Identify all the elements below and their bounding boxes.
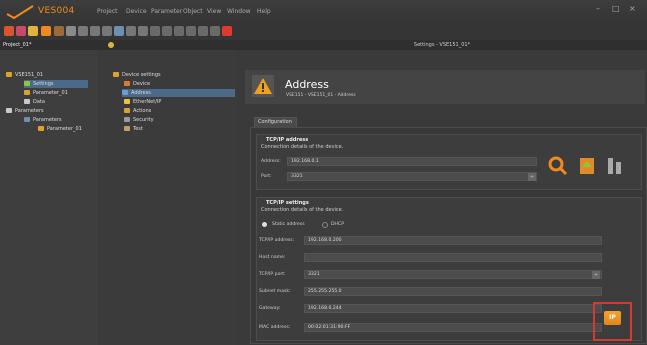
minimize-button[interactable]: – [596,4,600,13]
dhcp-radio[interactable] [322,222,328,228]
download-icon[interactable] [66,26,76,36]
ip-assign-button[interactable]: IP [604,311,621,325]
tcpip-address-subtitle: Connection details of the device. [261,144,344,150]
parameters-icon [6,108,12,113]
dhcp-label: DHCP [331,222,344,227]
monitor-icon[interactable] [150,26,160,36]
lock-icon [124,117,130,122]
gateway-input[interactable]: 192.168.0.244 [304,304,602,313]
window-icon[interactable] [198,26,208,36]
parameter-icon [38,126,44,131]
tree-item-security[interactable]: Security [124,116,154,124]
static-address-label: Static address [272,222,305,227]
device-icon [6,72,12,77]
tcpip-address-input[interactable]: 192.168.0.200 [304,236,602,245]
device-tree-header [97,40,237,50]
status-dot-icon [108,42,114,48]
ves-logo-icon [6,5,34,19]
wrench-icon [124,126,130,131]
maximize-button[interactable]: □ [612,4,620,13]
port-spinner[interactable]: ÷ [528,173,536,181]
menu-window[interactable]: Window [227,8,251,15]
settings-window-title: Settings - VSE151_01* [413,42,471,48]
breadcrumb: VSE151 - VSE151_01 - Address [286,93,356,98]
parameter-icon [24,90,30,95]
tcpip-settings-subtitle: Connection details of the device. [261,207,344,213]
device-transfer-icon[interactable] [605,156,625,176]
menu-parameter[interactable]: Parameter [151,8,182,15]
grid-icon[interactable] [186,26,196,36]
tcpip-port-input[interactable]: 3321 [304,270,602,279]
tree-item-device[interactable]: Device [124,80,150,88]
menu-help[interactable]: Help [257,8,271,15]
history-icon[interactable] [138,26,148,36]
mac-address-label: MAC address: [259,325,291,330]
tcpip-address-label: TCP/IP address: [259,238,295,243]
tree-item-device-settings[interactable]: Device settings [113,71,161,79]
static-address-radio[interactable] [262,222,267,227]
tree-item-data[interactable]: Data [24,98,45,106]
data-icon [24,99,30,104]
tree-item-test[interactable]: Test [124,125,143,133]
address-input[interactable]: 192.168.0.1 [287,157,537,166]
disconnect-icon[interactable] [90,26,100,36]
gateway-label: Gateway: [259,306,281,311]
upload-address-icon[interactable] [577,156,597,176]
upload-icon[interactable] [54,26,64,36]
tcpip-address-title: TCP/IP address [266,137,309,143]
subnet-mask-input[interactable]: 255.255.255.0 [304,287,602,296]
device-icon [124,81,130,86]
warning-icon [252,75,274,97]
address-icon [122,90,128,95]
record-icon[interactable] [162,26,172,36]
view-icon[interactable] [174,26,184,36]
settings-gear-icon [24,81,30,86]
tab-configuration[interactable]: Configuration [254,117,297,127]
chart-icon[interactable] [114,26,124,36]
folder-icon [113,72,119,77]
settings-icon[interactable] [126,26,136,36]
project-panel-title: Project_01* [0,40,97,50]
menu-device[interactable]: Device [126,8,147,15]
port-label: Port: [261,174,272,179]
tree-item-parameters[interactable]: Parameters [24,116,62,124]
tcpip-port-spinner[interactable]: ÷ [592,271,600,279]
new-icon[interactable] [4,26,14,36]
tree-item-parameter-01[interactable]: Parameter_01 [24,89,68,97]
port-input[interactable]: 3321 [287,172,537,181]
connect-icon[interactable] [78,26,88,36]
actions-icon [124,108,130,113]
tree-item-vse151[interactable]: VSE151_01 [6,71,43,79]
tree-item-actions[interactable]: Actions [124,107,151,115]
stop-icon[interactable] [222,26,232,36]
network-icon [124,99,130,104]
tree-item-ethernet-ip[interactable]: EtherNet/IP [124,98,161,106]
tree-item-parameter-01-sub[interactable]: Parameter_01 [38,125,82,133]
menu-project[interactable]: Project [97,8,118,15]
tcpip-port-label: TCP/IP port: [259,272,286,277]
subnet-mask-label: Subnet mask: [259,289,291,294]
tree-item-address[interactable]: Address [122,89,235,97]
host-name-input[interactable] [304,253,602,262]
tool-icon[interactable] [102,26,112,36]
search-device-icon[interactable] [548,156,568,176]
tree-item-settings[interactable]: Settings [24,80,88,88]
host-name-label: Host name: [259,255,286,260]
mac-address-input[interactable]: 00:02:01:31:90:FF [304,323,602,332]
close-button[interactable]: × [629,4,636,13]
address-label: Address: [261,159,281,164]
menu-object[interactable]: Object [183,8,203,15]
menu-view[interactable]: View [207,8,221,15]
tcpip-settings-title: TCP/IP settings [266,200,309,206]
folder-icon [24,117,30,122]
tcpip-settings-group [256,197,642,341]
tree-item-parameters-root[interactable]: Parameters [6,107,44,115]
search-icon[interactable] [41,26,51,36]
open-icon[interactable] [16,26,26,36]
app-title: VES004 [38,6,75,16]
help-icon[interactable] [210,26,220,36]
save-icon[interactable] [28,26,38,36]
page-title: Address [285,78,329,91]
